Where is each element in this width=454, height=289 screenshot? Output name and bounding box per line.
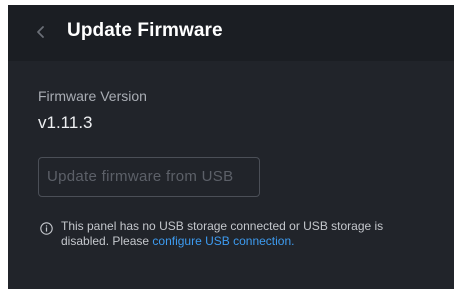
usb-notice-line2: disabled. Please — [61, 234, 153, 248]
configure-usb-link[interactable]: configure USB connection. — [152, 234, 294, 248]
chevron-left-icon[interactable] — [35, 22, 47, 42]
firmware-version-label: Firmware Version — [38, 88, 147, 104]
update-firmware-usb-button[interactable]: Update firmware from USB — [38, 157, 260, 197]
usb-notice-text: This panel has no USB storage connected … — [61, 219, 441, 249]
page-title: Update Firmware — [67, 20, 223, 41]
update-firmware-panel: Update Firmware Firmware Version v1.11.3… — [8, 5, 454, 289]
panel-header: Update Firmware — [8, 5, 454, 61]
info-icon — [40, 222, 53, 235]
firmware-version-value: v1.11.3 — [38, 113, 93, 132]
usb-notice-line1: This panel has no USB storage connected … — [61, 219, 384, 233]
